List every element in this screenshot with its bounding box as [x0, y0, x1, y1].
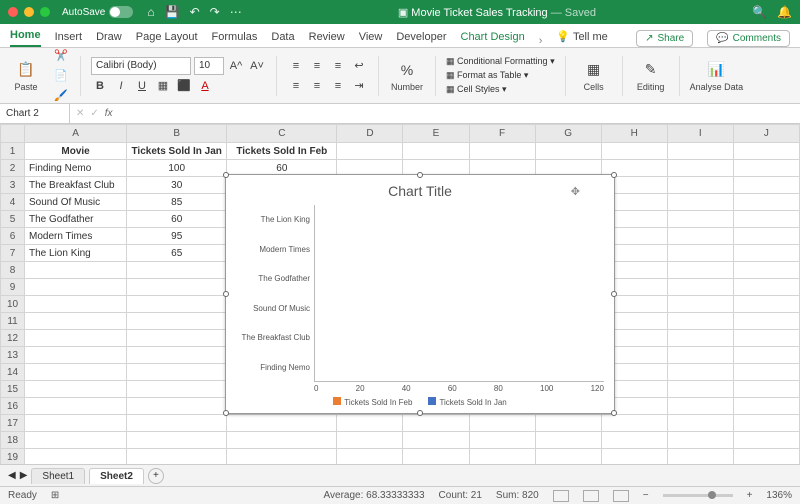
align-right-icon[interactable]: ≡ [329, 77, 347, 95]
next-sheet-icon[interactable]: ▶ [20, 470, 28, 481]
comments-button[interactable]: 💬 Comments [707, 30, 790, 47]
document-title: ▣ Movie Ticket Sales Tracking — Saved [248, 6, 746, 19]
zoom-level[interactable]: 136% [766, 490, 792, 501]
zoom-in-icon[interactable]: + [747, 490, 753, 501]
tab-home[interactable]: Home [10, 25, 41, 47]
formula-bar-row: Chart 2 ✕ ✓ fx [0, 104, 800, 124]
status-count: Count: 21 [439, 490, 482, 501]
font-name-select[interactable]: Calibri (Body) [91, 57, 191, 75]
page-layout-view-icon[interactable] [583, 490, 599, 502]
zoom-slider[interactable] [663, 494, 733, 497]
chart-object[interactable]: Chart Title✥ The Lion KingModern TimesTh… [225, 174, 615, 414]
search-icon[interactable]: 🔍 [752, 5, 767, 19]
format-painter-icon[interactable]: 🖌️ [52, 87, 70, 105]
chart-y-labels: The Lion KingModern TimesThe GodfatherSo… [236, 205, 314, 382]
name-box[interactable]: Chart 2 [0, 104, 70, 123]
tab-review[interactable]: Review [309, 27, 345, 47]
chart-x-axis: 020406080100120 [314, 382, 604, 395]
tab-formulas[interactable]: Formulas [212, 27, 258, 47]
conditional-formatting-button[interactable]: ▦ Conditional Formatting ▾ [446, 56, 555, 67]
align-top-icon[interactable]: ≡ [287, 57, 305, 75]
status-sum: Sum: 820 [496, 490, 539, 501]
analyse-data-button[interactable]: 📊Analyse Data [690, 60, 744, 92]
decrease-font-icon[interactable]: A˅ [248, 57, 266, 75]
undo-icon[interactable]: ↶ [190, 5, 200, 19]
status-ready: Ready [8, 490, 37, 501]
tab-developer[interactable]: Developer [396, 27, 446, 47]
align-center-icon[interactable]: ≡ [308, 77, 326, 95]
tab-draw[interactable]: Draw [96, 27, 122, 47]
tell-me[interactable]: 💡 Tell me [556, 26, 607, 47]
table-row[interactable]: 19 [1, 449, 800, 465]
ribbon-tabs: Home Insert Draw Page Layout Formulas Da… [0, 24, 800, 48]
home-icon[interactable]: ⌂ [147, 5, 154, 19]
cancel-icon[interactable]: ✕ [76, 108, 84, 119]
sheet-tab-1[interactable]: Sheet1 [31, 468, 85, 484]
italic-button[interactable]: I [112, 77, 130, 95]
redo-icon[interactable]: ↷ [210, 5, 220, 19]
zoom-out-icon[interactable]: − [643, 490, 649, 501]
table-row[interactable]: 17 [1, 415, 800, 432]
add-sheet-button[interactable]: + [148, 468, 164, 484]
autosave-label: AutoSave [62, 7, 105, 18]
border-button[interactable]: ▦ [154, 77, 172, 95]
formula-input[interactable] [119, 108, 794, 119]
tab-page-layout[interactable]: Page Layout [136, 27, 198, 47]
copy-icon[interactable]: 📄 [52, 67, 70, 85]
align-left-icon[interactable]: ≡ [287, 77, 305, 95]
underline-button[interactable]: U [133, 77, 151, 95]
ribbon: 📋Paste ✂️ 📄 🖌️ Calibri (Body) 10 A^ A˅ B… [0, 48, 800, 104]
minimize-icon[interactable] [24, 7, 34, 17]
switch-icon[interactable] [109, 6, 133, 18]
sheet-tab-2[interactable]: Sheet2 [89, 468, 144, 484]
spreadsheet-grid[interactable]: ABCDEFGHIJ1MovieTickets Sold In JanTicke… [0, 124, 800, 464]
close-icon[interactable] [8, 7, 18, 17]
chart-legend[interactable]: Tickets Sold In Feb Tickets Sold In Jan [236, 397, 604, 407]
save-icon[interactable]: 💾 [165, 5, 180, 19]
accessibility-icon[interactable]: ⊞ [51, 490, 59, 501]
tab-insert[interactable]: Insert [55, 27, 83, 47]
more-tabs-icon[interactable]: › [539, 35, 543, 47]
move-cursor-icon: ✥ [571, 185, 580, 198]
editing-button[interactable]: ✎Editing [633, 60, 669, 92]
autosave-toggle[interactable]: AutoSave [62, 6, 133, 18]
font-size-select[interactable]: 10 [194, 57, 224, 75]
number-format-button[interactable]: %Number [389, 60, 425, 92]
align-bottom-icon[interactable]: ≡ [329, 57, 347, 75]
fill-color-button[interactable]: ⬛ [175, 77, 193, 95]
window-titlebar: AutoSave ⌂ 💾 ↶ ↷ ⋯ ▣ Movie Ticket Sales … [0, 0, 800, 24]
tab-data[interactable]: Data [271, 27, 294, 47]
status-bar: Ready ⊞ Average: 68.33333333 Count: 21 S… [0, 486, 800, 504]
chart-plot-area[interactable] [314, 205, 604, 382]
paste-button[interactable]: 📋Paste [8, 60, 44, 92]
merge-icon[interactable]: ⇥ [350, 77, 368, 95]
page-break-view-icon[interactable] [613, 490, 629, 502]
format-as-table-button[interactable]: ▦ Format as Table ▾ [446, 70, 555, 81]
wrap-text-icon[interactable]: ↩ [350, 57, 368, 75]
fx-icon[interactable]: fx [105, 108, 113, 119]
chart-title[interactable]: Chart Title✥ [236, 183, 604, 199]
cut-icon[interactable]: ✂️ [52, 47, 70, 65]
fullscreen-icon[interactable] [40, 7, 50, 17]
confirm-icon[interactable]: ✓ [90, 108, 98, 119]
user-icon[interactable]: 🔔 [777, 5, 792, 19]
increase-font-icon[interactable]: A^ [227, 57, 245, 75]
window-controls[interactable] [8, 7, 50, 17]
cell-styles-button[interactable]: ▦ Cell Styles ▾ [446, 84, 555, 95]
table-row[interactable]: 18 [1, 432, 800, 449]
tab-view[interactable]: View [359, 27, 383, 47]
prev-sheet-icon[interactable]: ◀ [8, 470, 16, 481]
cells-button[interactable]: ▦Cells [576, 60, 612, 92]
share-button[interactable]: ↗ Share [636, 30, 693, 47]
more-icon[interactable]: ⋯ [230, 5, 242, 19]
status-average: Average: 68.33333333 [324, 490, 425, 501]
sheet-tabs: ◀ ▶ Sheet1 Sheet2 + [0, 464, 800, 486]
font-color-button[interactable]: A [196, 77, 214, 95]
normal-view-icon[interactable] [553, 490, 569, 502]
table-row[interactable]: 1MovieTickets Sold In JanTickets Sold In… [1, 143, 800, 160]
tab-chart-design[interactable]: Chart Design [461, 27, 525, 47]
align-middle-icon[interactable]: ≡ [308, 57, 326, 75]
bold-button[interactable]: B [91, 77, 109, 95]
